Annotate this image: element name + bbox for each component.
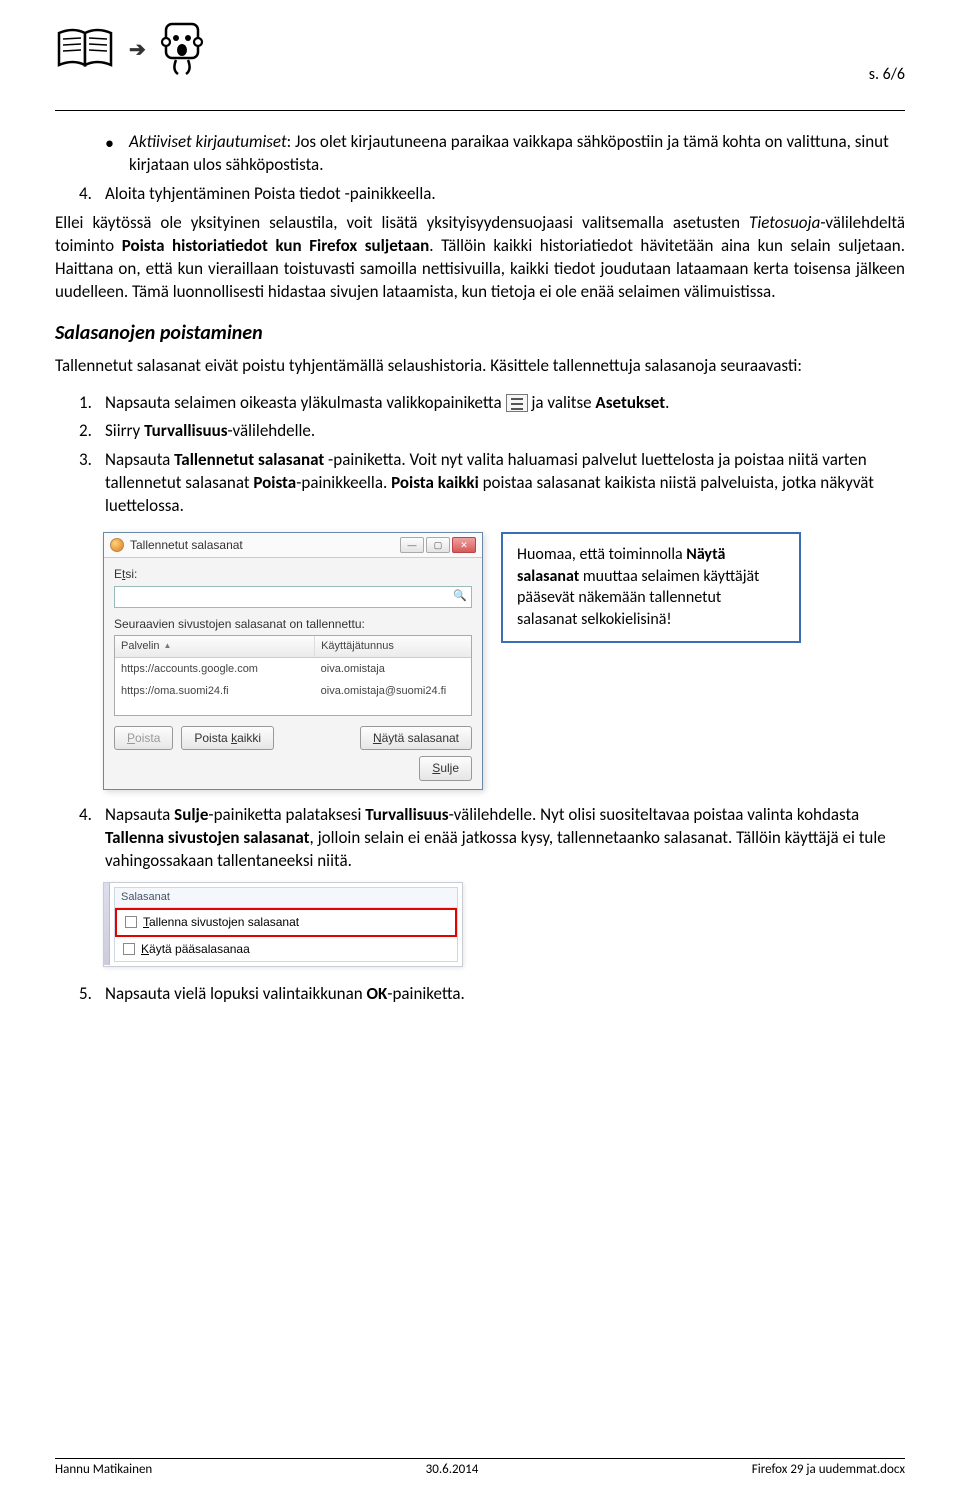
search-input[interactable] xyxy=(114,586,472,608)
step-text: Aloita tyhjentäminen Poista tiedot -pain… xyxy=(105,183,436,204)
footer-filename: Firefox 29 ja uudemmat.docx xyxy=(752,1462,905,1477)
dialog-body: Etsi: 🔍 Seuraavien sivustojen salasanat … xyxy=(104,558,482,788)
password-list[interactable]: Palvelin ▲ Käyttäjätunnus https://accoun… xyxy=(114,635,472,717)
checkbox-icon[interactable] xyxy=(123,943,135,955)
page-footer: Hannu Matikainen 30.6.2014 Firefox 29 ja… xyxy=(55,1458,905,1477)
checkbox-label: Käytä pääsalasanaa xyxy=(141,941,250,957)
scrollbar[interactable] xyxy=(104,883,110,965)
saved-passwords-dialog: Tallennetut salasanat — ▢ ✕ Etsi: 🔍 xyxy=(103,532,483,789)
hamburger-menu-icon xyxy=(506,394,528,412)
pw-step-3: 3. Napsauta Tallennetut salasanat -paini… xyxy=(79,449,905,518)
footer-rule xyxy=(55,1458,905,1459)
page-header: ➔ s. 6/6 xyxy=(55,20,905,110)
para-password-intro: Tallennetut salasanat eivät poistu tyhje… xyxy=(55,355,905,378)
search-label: Etsi: xyxy=(114,566,472,582)
group-title: Salasanat xyxy=(115,888,457,908)
search-icon: 🔍 xyxy=(453,589,467,604)
minimize-button[interactable]: — xyxy=(400,537,424,553)
security-settings-panel: Salasanat Tallenna sivustojen salasanat … xyxy=(103,882,463,966)
pw-step-2: 2. Siirry Turvallisuus-välilehdelle. xyxy=(79,420,905,443)
step-4-start-clear: 4. Aloita tyhjentäminen Poista tiedot -p… xyxy=(79,183,905,206)
show-passwords-button[interactable]: Näytä salasanat xyxy=(360,726,472,750)
sort-asc-icon: ▲ xyxy=(164,641,172,652)
list-row[interactable]: https://oma.suomi24.fi oiva.omistaja@suo… xyxy=(115,680,471,703)
page-number: s. 6/6 xyxy=(869,65,905,84)
close-button[interactable]: Sulje xyxy=(419,756,472,780)
remove-button[interactable]: Poista xyxy=(114,726,173,750)
bullet-lead: Aktiiviset kirjautumiset xyxy=(129,131,287,152)
pw-step-5: 5. Napsauta vielä lopuksi valintaikkunan… xyxy=(79,983,905,1006)
remove-all-button[interactable]: Poista kaikki xyxy=(181,726,274,750)
pw-step-4: 4. Napsauta Sulje-painiketta palataksesi… xyxy=(79,804,905,873)
passwords-groupbox: Salasanat Tallenna sivustojen salasanat … xyxy=(114,887,458,961)
book-icon xyxy=(55,25,117,73)
list-header: Palvelin ▲ Käyttäjätunnus xyxy=(115,636,471,658)
heading-password-removal: Salasanojen poistaminen xyxy=(55,320,905,347)
checkbox-label: Tallenna sivustojen salasanat xyxy=(143,914,299,930)
maximize-button[interactable]: ▢ xyxy=(426,537,450,553)
step-number: 4. xyxy=(79,183,92,206)
list-row[interactable]: https://accounts.google.com oiva.omistaj… xyxy=(115,658,471,681)
footer-date: 30.6.2014 xyxy=(426,1462,479,1477)
bullet-active-logins: Aktiiviset kirjautumiset: Jos olet kirja… xyxy=(105,131,905,177)
dialog-titlebar: Tallennetut salasanat — ▢ ✕ xyxy=(104,533,482,558)
use-master-password-checkbox-row[interactable]: Käytä pääsalasanaa xyxy=(115,937,457,961)
window-buttons: — ▢ ✕ xyxy=(400,537,476,553)
para-private-browsing: Ellei käytössä ole yksityinen selaustila… xyxy=(55,212,905,304)
arrow-right-icon: ➔ xyxy=(129,37,146,62)
firefox-icon xyxy=(110,538,124,552)
save-passwords-checkbox-row[interactable]: Tallenna sivustojen salasanat xyxy=(115,908,457,936)
reader-face-icon xyxy=(158,20,206,78)
header-rule xyxy=(55,110,905,111)
checkbox-icon[interactable] xyxy=(125,916,137,928)
footer-author: Hannu Matikainen xyxy=(55,1462,152,1477)
close-window-button[interactable]: ✕ xyxy=(452,537,476,553)
header-icons: ➔ xyxy=(55,20,905,78)
callout-show-passwords: Huomaa, että toiminnolla Näytä salasanat… xyxy=(501,532,801,642)
dialog-and-callout-row: Tallennetut salasanat — ▢ ✕ Etsi: 🔍 xyxy=(103,532,905,789)
pw-step-1: 1. Napsauta selaimen oikeasta yläkulmast… xyxy=(79,392,905,415)
list-caption: Seuraavien sivustojen salasanat on talle… xyxy=(114,616,472,632)
dialog-title-text: Tallennetut salasanat xyxy=(130,537,243,553)
content: Aktiiviset kirjautumiset: Jos olet kirja… xyxy=(55,131,905,1006)
